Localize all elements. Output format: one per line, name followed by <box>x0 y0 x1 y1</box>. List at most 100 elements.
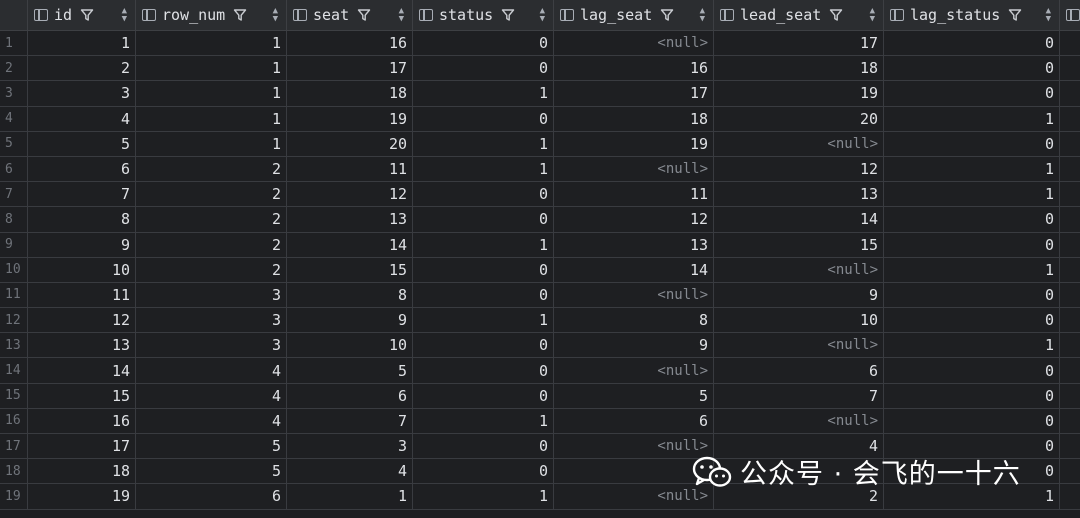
column-header-lag_status[interactable]: lag_status ▲ ▼ <box>884 0 1060 30</box>
table-cell-lag_status[interactable]: 0 <box>884 56 1060 81</box>
table-row[interactable]: 10 10 2 15 0 14 <null> 1 <box>0 257 1080 283</box>
table-cell-row_num[interactable]: 6 <box>136 484 287 509</box>
sort-icon[interactable]: ▲ ▼ <box>122 7 127 24</box>
table-cell-row_num[interactable]: 1 <box>136 106 287 131</box>
table-row[interactable]: 13 13 3 10 0 9 <null> 1 <box>0 333 1080 359</box>
table-cell-id[interactable]: 12 <box>28 308 136 333</box>
table-cell-seat[interactable]: 13 <box>287 207 413 232</box>
filter-icon[interactable] <box>1008 8 1022 22</box>
table-cell-status[interactable]: 0 <box>413 459 554 484</box>
table-cell-row_num[interactable]: 3 <box>136 308 287 333</box>
table-cell-id[interactable]: 9 <box>28 232 136 257</box>
table-cell-lag_status[interactable]: 1 <box>884 333 1060 358</box>
table-cell-extra[interactable] <box>1060 333 1080 357</box>
table-cell-seat[interactable]: 3 <box>287 434 413 459</box>
table-cell-id[interactable]: 3 <box>28 81 136 106</box>
table-cell-row_num[interactable]: 4 <box>136 383 287 408</box>
table-cell-extra[interactable] <box>1060 107 1080 131</box>
table-cell-status[interactable]: 0 <box>413 56 554 81</box>
table-cell-seat[interactable]: 16 <box>287 31 413 56</box>
table-cell-lead_seat[interactable]: 18 <box>714 56 884 81</box>
table-cell-lag_seat[interactable]: 16 <box>554 56 714 81</box>
table-cell-id[interactable]: 11 <box>28 282 136 308</box>
table-cell-row_num[interactable]: 3 <box>136 333 287 358</box>
filter-icon[interactable] <box>829 8 843 22</box>
table-cell-id[interactable]: 5 <box>28 131 136 156</box>
table-cell-status[interactable]: 1 <box>413 81 554 106</box>
table-cell-id[interactable]: 17 <box>28 434 136 459</box>
table-cell-status[interactable]: 0 <box>413 358 554 383</box>
table-cell-seat[interactable]: 20 <box>287 131 413 156</box>
table-cell-extra[interactable] <box>1060 459 1080 483</box>
table-cell-lead_seat[interactable]: 6 <box>714 358 884 383</box>
table-row[interactable]: 11 11 3 8 0 <null> 9 0 <box>0 282 1080 309</box>
table-cell-status[interactable]: 1 <box>413 232 554 257</box>
table-row[interactable]: 2 2 1 17 0 16 18 0 <box>0 56 1080 82</box>
table-cell-lag_status[interactable]: 0 <box>884 31 1060 56</box>
table-cell-row_num[interactable]: 2 <box>136 182 287 207</box>
table-cell-seat[interactable]: 9 <box>287 308 413 333</box>
table-cell-status[interactable]: 1 <box>413 484 554 509</box>
table-cell-extra[interactable] <box>1060 233 1080 257</box>
table-cell-extra[interactable] <box>1060 434 1080 458</box>
table-cell-lag_seat[interactable]: 5 <box>554 383 714 408</box>
table-cell-lag_status[interactable]: 1 <box>884 156 1060 182</box>
sort-icon[interactable]: ▲ ▼ <box>1046 7 1051 24</box>
table-cell-lead_seat[interactable]: 10 <box>714 308 884 333</box>
table-cell-extra[interactable] <box>1060 484 1080 508</box>
table-cell-id[interactable]: 14 <box>28 358 136 383</box>
table-cell-status[interactable]: 1 <box>413 131 554 156</box>
table-row[interactable]: 6 6 2 11 1 <null> 12 1 <box>0 156 1080 183</box>
table-cell-row_num[interactable]: 3 <box>136 282 287 308</box>
table-cell-lag_seat[interactable]: <null> <box>554 156 714 182</box>
column-header-status[interactable]: status ▲ ▼ <box>413 0 554 30</box>
table-cell-lag_seat[interactable]: <null> <box>554 31 714 56</box>
table-cell-id[interactable]: 8 <box>28 207 136 232</box>
table-cell-status[interactable]: 0 <box>413 106 554 131</box>
table-cell-seat[interactable]: 1 <box>287 484 413 509</box>
table-row[interactable]: 8 8 2 13 0 12 14 0 <box>0 207 1080 233</box>
table-cell-status[interactable]: 0 <box>413 182 554 207</box>
table-cell-status[interactable]: 0 <box>413 31 554 56</box>
table-cell-status[interactable]: 0 <box>413 383 554 408</box>
table-cell-row_num[interactable]: 1 <box>136 31 287 56</box>
filter-icon[interactable] <box>501 8 515 22</box>
table-cell-status[interactable]: 0 <box>413 257 554 282</box>
table-cell-lag_seat[interactable]: 14 <box>554 257 714 282</box>
table-cell-seat[interactable]: 5 <box>287 358 413 383</box>
sort-icon[interactable]: ▲ ▼ <box>870 7 875 24</box>
table-cell-lag_seat[interactable]: <null> <box>554 282 714 308</box>
table-cell-id[interactable]: 19 <box>28 484 136 509</box>
table-cell-lead_seat[interactable]: 17 <box>714 31 884 56</box>
table-cell-extra[interactable] <box>1060 283 1080 307</box>
table-cell-extra[interactable] <box>1060 358 1080 382</box>
table-cell-extra[interactable] <box>1060 308 1080 332</box>
table-cell-status[interactable]: 0 <box>413 207 554 232</box>
table-row[interactable]: 5 5 1 20 1 19 <null> 0 <box>0 131 1080 157</box>
table-cell-seat[interactable]: 19 <box>287 106 413 131</box>
table-cell-lag_status[interactable]: 0 <box>884 408 1060 433</box>
table-cell-status[interactable]: 1 <box>413 308 554 333</box>
table-cell-extra[interactable] <box>1060 132 1080 156</box>
sort-icon[interactable]: ▲ ▼ <box>399 7 404 24</box>
table-cell-row_num[interactable]: 2 <box>136 156 287 182</box>
table-cell-status[interactable]: 0 <box>413 282 554 308</box>
table-cell-seat[interactable]: 8 <box>287 282 413 308</box>
column-header-lead_seat[interactable]: lead_seat ▲ ▼ <box>714 0 884 30</box>
table-cell-id[interactable]: 15 <box>28 383 136 408</box>
table-cell-lag_seat[interactable]: 17 <box>554 81 714 106</box>
table-cell-lead_seat[interactable]: <null> <box>714 408 884 433</box>
sort-icon[interactable]: ▲ ▼ <box>700 7 705 24</box>
table-row[interactable]: 9 9 2 14 1 13 15 0 <box>0 232 1080 258</box>
table-row[interactable]: 15 15 4 6 0 5 7 0 <box>0 383 1080 409</box>
table-cell-status[interactable]: 0 <box>413 434 554 459</box>
table-cell-lag_seat[interactable]: <null> <box>554 484 714 509</box>
filter-icon[interactable] <box>80 8 94 22</box>
table-cell-lead_seat[interactable]: 12 <box>714 156 884 182</box>
table-row[interactable]: 12 12 3 9 1 8 10 0 <box>0 308 1080 334</box>
table-cell-seat[interactable]: 10 <box>287 333 413 358</box>
table-cell-seat[interactable]: 7 <box>287 408 413 433</box>
table-cell-lead_seat[interactable]: 13 <box>714 182 884 207</box>
table-cell-lag_status[interactable]: 1 <box>884 106 1060 131</box>
table-cell-id[interactable]: 7 <box>28 182 136 207</box>
